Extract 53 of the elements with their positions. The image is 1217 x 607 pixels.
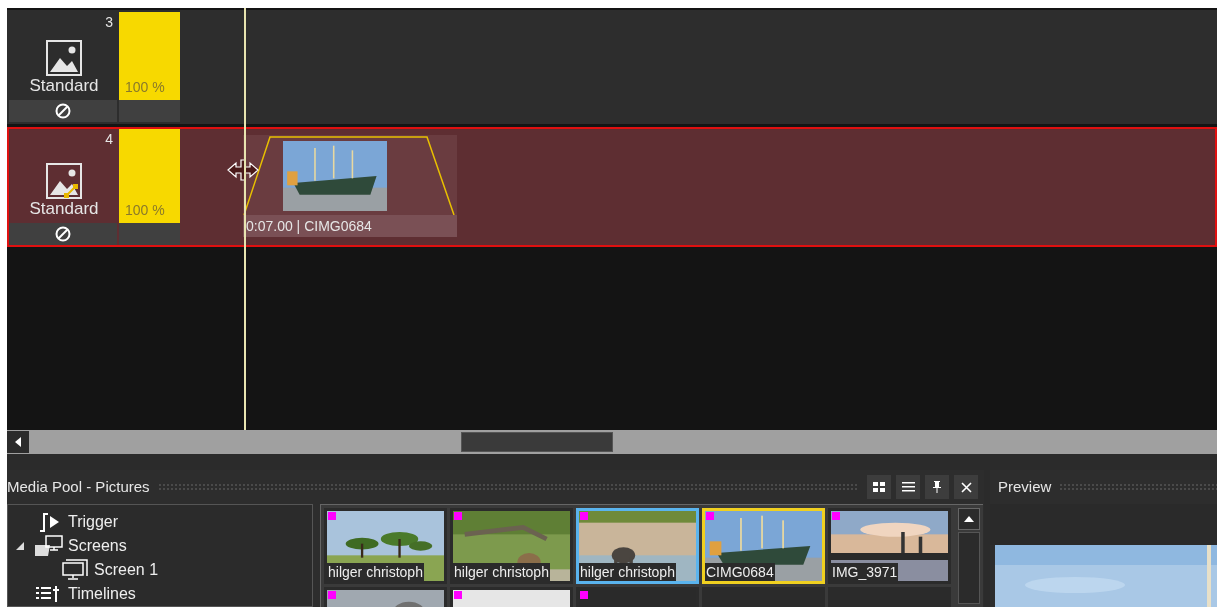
selected-track[interactable]: 4 Standard 100 % 0:07.00 | CIMG0684 — [7, 127, 1217, 247]
thumbnail-label: IMG_3971 — [831, 563, 899, 581]
track-label: Standard — [29, 76, 99, 96]
scrollbar-track[interactable] — [958, 532, 980, 604]
thumbnail[interactable]: hilger christoph — [576, 508, 699, 584]
grid-view-button[interactable] — [867, 475, 891, 499]
thumbnail[interactable]: IMG_3971 — [828, 508, 951, 584]
tree-item[interactable]: Timelines — [68, 582, 136, 606]
resize-cursor-icon — [227, 159, 259, 181]
tree-item[interactable]: Screens — [68, 534, 127, 558]
track[interactable]: 3 Standard 100 % — [7, 10, 1217, 124]
clip-caption: 0:07.00 | CIMG0684 — [243, 215, 457, 237]
thumbnail[interactable]: hilger christoph — [450, 508, 573, 584]
grid-icon — [873, 482, 885, 492]
opacity-footer — [119, 100, 180, 122]
pin-button[interactable] — [925, 475, 949, 499]
opacity-footer — [119, 223, 180, 245]
thumbnail-label: hilger christoph — [453, 563, 550, 581]
monitor-icon — [62, 559, 88, 581]
mute-button[interactable] — [9, 100, 117, 122]
close-icon — [960, 481, 972, 493]
track-number: 3 — [105, 13, 113, 32]
expanded-arrow-icon[interactable] — [16, 542, 24, 550]
tree-item[interactable]: Screen 1 — [94, 558, 159, 582]
list-view-button[interactable] — [896, 475, 920, 499]
track-label: Standard — [29, 199, 99, 219]
clip[interactable]: 0:07.00 | CIMG0684 — [243, 135, 457, 237]
opacity-value: 100 % — [125, 78, 165, 97]
thumbnail-label: CIMG0684 — [705, 563, 775, 581]
scroll-left-button[interactable] — [7, 431, 29, 453]
prohibited-icon — [55, 103, 71, 119]
mute-button[interactable] — [9, 223, 117, 245]
thumbnail-label: hilger christoph — [579, 563, 676, 581]
thumbnail[interactable]: hilger christoph — [324, 508, 447, 584]
thumbnail[interactable]: CIMG0684 — [702, 508, 825, 584]
trigger-icon — [38, 512, 60, 532]
left-arrow-icon — [14, 437, 22, 447]
pin-icon — [932, 481, 942, 493]
track-number: 4 — [105, 130, 113, 149]
timelines-icon — [36, 586, 62, 602]
up-arrow-icon — [964, 516, 974, 522]
opacity-value: 100 % — [125, 201, 165, 220]
tree-item[interactable]: Trigger — [68, 510, 119, 534]
close-button[interactable] — [954, 475, 978, 499]
prohibited-icon — [55, 226, 71, 242]
panel-title: Preview — [998, 476, 1052, 497]
panel-title: Media Pool - Pictures — [7, 476, 150, 497]
scroll-up-button[interactable] — [958, 508, 980, 530]
fade-envelope[interactable] — [243, 135, 457, 217]
list-icon — [901, 482, 915, 492]
scrollbar-thumb[interactable] — [461, 432, 613, 452]
thumbnail-label: hilger christoph — [327, 563, 424, 581]
monitors-folder-icon — [34, 535, 64, 557]
